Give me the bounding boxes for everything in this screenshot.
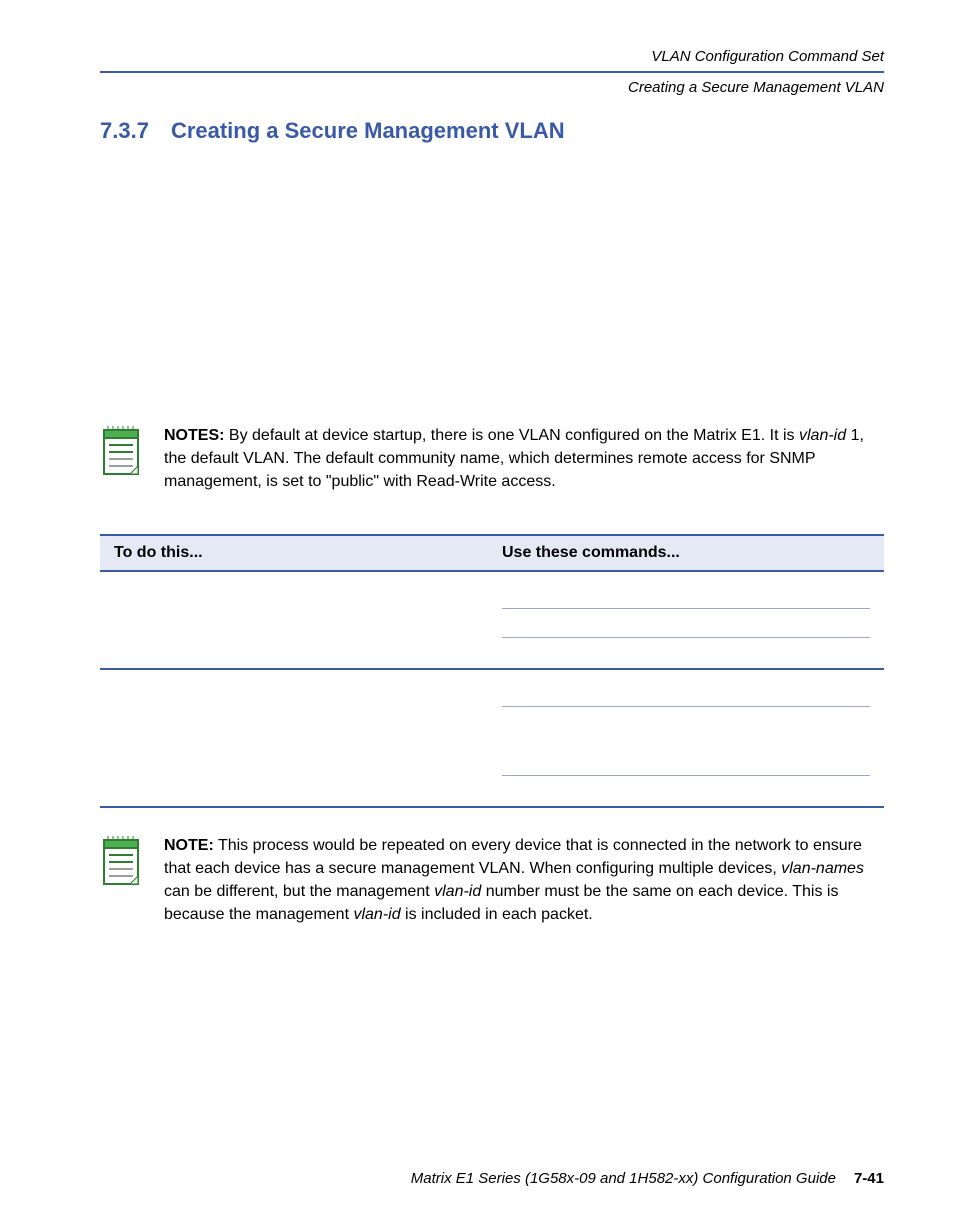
page-footer: Matrix E1 Series (1G58x-09 and 1H582-xx)… bbox=[100, 1170, 884, 1187]
note-label: NOTES: bbox=[164, 427, 224, 444]
table-header-row: To do this... Use these commands... bbox=[100, 534, 884, 572]
command-line bbox=[502, 580, 870, 609]
note-text-1: NOTES: By default at device startup, the… bbox=[164, 424, 884, 494]
table-cell-left bbox=[100, 572, 488, 668]
table-header-right: Use these commands... bbox=[488, 536, 884, 570]
note2-ital3: vlan-id bbox=[353, 906, 400, 923]
note1-ital: vlan-id bbox=[799, 427, 846, 444]
note2-seg2: can be different, but the management bbox=[164, 883, 434, 900]
table-row bbox=[100, 572, 884, 670]
section-title: Creating a Secure Management VLAN bbox=[171, 118, 565, 144]
table-row bbox=[100, 670, 884, 808]
header-divider bbox=[100, 71, 884, 73]
command-line bbox=[502, 609, 870, 638]
table-cell-right bbox=[488, 572, 884, 668]
section-number: 7.3.7 bbox=[100, 118, 149, 144]
notepad-icon bbox=[100, 424, 144, 476]
note2-seg1: This process would be repeated on every … bbox=[164, 837, 862, 877]
table-cell-left bbox=[100, 670, 488, 806]
running-header: VLAN Configuration Command Set Creating … bbox=[100, 48, 884, 96]
note-text-2: NOTE: This process would be repeated on … bbox=[164, 834, 884, 927]
footer-title: Matrix E1 Series (1G58x-09 and 1H582-xx)… bbox=[411, 1170, 836, 1187]
note-block-2: NOTE: This process would be repeated on … bbox=[100, 834, 884, 927]
notepad-icon bbox=[100, 834, 144, 886]
document-page: VLAN Configuration Command Set Creating … bbox=[0, 0, 954, 1227]
note2-seg4: is included in each packet. bbox=[401, 906, 593, 923]
header-line-2: Creating a Secure Management VLAN bbox=[100, 79, 884, 96]
note1-seg1: By default at device startup, there is o… bbox=[224, 427, 799, 444]
table-cell-right bbox=[488, 670, 884, 806]
note2-ital2: vlan-id bbox=[434, 883, 481, 900]
command-line bbox=[502, 678, 870, 707]
section-heading: 7.3.7 Creating a Secure Management VLAN bbox=[100, 118, 884, 144]
command-line bbox=[502, 776, 870, 800]
table-header-left: To do this... bbox=[100, 536, 488, 570]
command-line bbox=[502, 747, 870, 776]
command-line bbox=[502, 638, 870, 662]
command-line bbox=[502, 707, 870, 747]
note-label: NOTE: bbox=[164, 837, 214, 854]
note-block-1: NOTES: By default at device startup, the… bbox=[100, 424, 884, 494]
header-line-1: VLAN Configuration Command Set bbox=[100, 48, 884, 65]
note2-ital1: vlan-names bbox=[781, 860, 864, 877]
footer-page-number: 7-41 bbox=[854, 1170, 884, 1187]
command-table: To do this... Use these commands... bbox=[100, 534, 884, 808]
